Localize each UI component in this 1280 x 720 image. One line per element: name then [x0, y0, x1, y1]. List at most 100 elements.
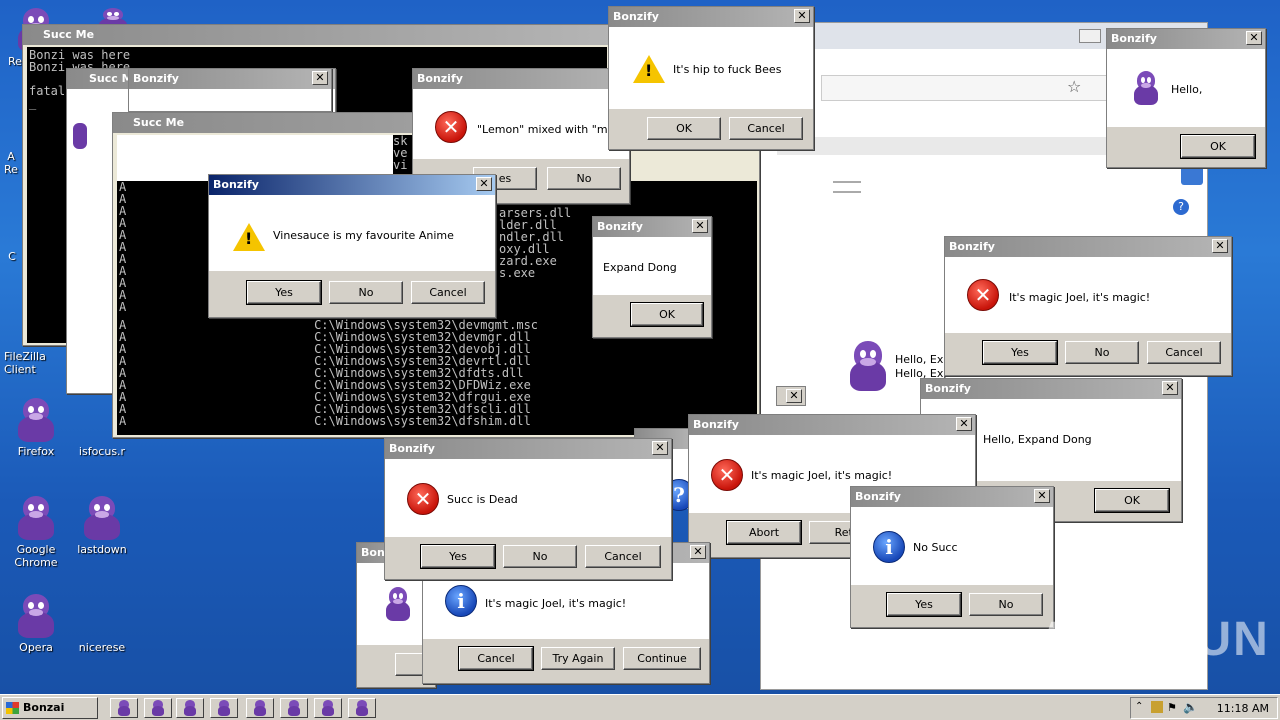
clock[interactable]: 11:18 AM — [1217, 702, 1269, 715]
cancel-button[interactable]: Cancel — [458, 646, 534, 671]
bookmark-star-icon[interactable]: ☆ — [1067, 77, 1081, 96]
cancel-button[interactable]: Cancel — [585, 545, 661, 568]
dialog-bees: Bonzify ✕ ! It's hip to fuck Bees OK Canc… — [608, 6, 814, 150]
bonzify-dialog-partial: Bonzify ✕ — [128, 68, 332, 112]
windows-flag-icon — [6, 702, 19, 714]
taskbar-button[interactable] — [176, 698, 204, 718]
desktop-icon-chrome[interactable]: Google Chrome — [0, 496, 72, 569]
bonzi-icon — [354, 700, 370, 716]
taskbar-button[interactable] — [280, 698, 308, 718]
window-title: Bonzify — [925, 382, 971, 395]
close-button[interactable]: ✕ — [692, 219, 708, 233]
window-title: Bonzify — [949, 240, 995, 253]
cancel-button[interactable]: Cancel — [411, 281, 485, 304]
taskbar-button[interactable] — [110, 698, 138, 718]
desktop-icon-c[interactable]: C — [2, 250, 22, 263]
taskbar-button[interactable] — [348, 698, 376, 718]
close-button[interactable]: ✕ — [1034, 489, 1050, 503]
yes-button[interactable]: Yes — [246, 280, 322, 305]
info-icon: i — [445, 585, 477, 617]
dialog-message: Vinesauce is my favourite Anime — [273, 229, 454, 242]
close-button[interactable]: ✕ — [690, 545, 706, 559]
desktop-icon-opera[interactable]: Opera — [0, 594, 72, 654]
cancel-button[interactable]: Cancel — [1147, 341, 1221, 364]
dialog-hello: Bonzify ✕ Hello, OK — [1106, 28, 1266, 168]
close-button[interactable]: ✕ — [312, 71, 328, 85]
firefox-icon — [14, 398, 58, 442]
no-button[interactable]: No — [547, 167, 621, 190]
close-button[interactable]: ✕ — [476, 177, 492, 191]
bonzi-icon — [286, 700, 302, 716]
window-title: Bonzify — [597, 220, 643, 233]
close-button[interactable]: ✕ — [652, 441, 668, 455]
hamburger-icon[interactable] — [833, 181, 861, 193]
dialog-message: Hello, Expand Dong — [983, 433, 1092, 446]
window-title: Bonzify — [613, 10, 659, 23]
start-button[interactable]: Bonzai Buhdy — [2, 697, 98, 719]
ok-button[interactable]: OK — [1094, 488, 1170, 513]
dialog-expand: Bonzify ✕ Expand Dong OK — [592, 216, 712, 338]
network-icon[interactable] — [1151, 701, 1163, 713]
dialog-message: Expand Dong — [603, 261, 677, 274]
taskbar-button[interactable] — [144, 698, 172, 718]
ok-button[interactable]: OK — [630, 302, 704, 327]
dialog-vinesauce: Bonzify ✕ ! Vinesauce is my favourite Ani… — [208, 174, 496, 318]
ok-button[interactable]: OK — [647, 117, 721, 140]
flag-icon[interactable]: ⚑ — [1167, 701, 1177, 714]
dialog-message: Succ is Dead — [447, 493, 518, 506]
bonzi-speech-line-1: Hello, Exp — [895, 353, 951, 366]
window-title: Bonzify — [133, 72, 179, 85]
close-button[interactable]: ✕ — [1246, 31, 1262, 45]
system-tray: ⌃ ⚑ 🔈 11:18 AM — [1130, 697, 1278, 719]
opera-icon — [14, 594, 58, 638]
no-button[interactable]: No — [503, 545, 577, 568]
dialog-message: It's magic Joel, it's magic! — [485, 597, 627, 610]
dialog-magic-1: Bonzify ✕ ✕ It's magic Joel, it's magic! … — [944, 236, 1232, 376]
bonzi-icon — [80, 496, 124, 540]
taskbar-button[interactable] — [210, 698, 238, 718]
window-title: Bonzify — [1111, 32, 1157, 45]
dialog-no-succ: Bonzify ✕ i No Succ Yes No — [850, 486, 1054, 628]
ok-button[interactable]: OK — [1180, 134, 1256, 159]
window-title: Bonzify — [389, 442, 435, 455]
error-icon: ✕ — [435, 111, 467, 143]
taskbar-button[interactable] — [314, 698, 342, 718]
no-button[interactable]: No — [1065, 341, 1139, 364]
dialog-message: Hello, — [1171, 83, 1203, 96]
taskbar-button[interactable] — [246, 698, 274, 718]
yes-button[interactable]: Yes — [982, 340, 1058, 365]
bonzi-arm-icon — [73, 123, 87, 149]
window-title: Bonzify — [855, 490, 901, 503]
chevron-up-icon[interactable]: ⌃ — [1135, 701, 1143, 712]
continue-button[interactable]: Continue — [623, 647, 701, 670]
start-label: Bonzai Buhdy — [23, 701, 65, 714]
yes-button[interactable]: Yes — [886, 592, 962, 617]
help-icon[interactable]: ? — [1173, 199, 1189, 215]
window-title: Bonzify — [693, 418, 739, 431]
close-button[interactable]: ✕ — [1162, 381, 1178, 395]
watermark: ANY RUN — [1038, 613, 1270, 666]
no-button[interactable]: No — [329, 281, 403, 304]
window-title: Bonzify — [213, 178, 259, 191]
try-again-button[interactable]: Try Again — [541, 647, 615, 670]
volume-icon[interactable]: 🔈 — [1183, 700, 1198, 714]
taskbar: Bonzai Buhdy ⌃ ⚑ 🔈 11:18 AM — [0, 694, 1280, 720]
bonzi-icon — [320, 700, 336, 716]
close-button[interactable]: ✕ — [1212, 239, 1228, 253]
no-button[interactable]: No — [969, 593, 1043, 616]
close-button[interactable]: ✕ — [794, 9, 810, 23]
dialog-message: "Lemon" mixed with "milk" — [477, 123, 626, 136]
desktop-icon-lastdown[interactable]: lastdown — [66, 496, 138, 556]
close-button[interactable]: ✕ — [956, 417, 972, 431]
desktop-icon-filezilla[interactable]: FileZilla Client — [0, 350, 72, 376]
yes-button[interactable]: Yes — [420, 544, 496, 569]
desktop-icon-firefox[interactable]: Firefox — [0, 398, 72, 458]
bonzi-icon — [116, 700, 132, 716]
cancel-button[interactable]: Cancel — [729, 117, 803, 140]
abort-button[interactable]: Abort — [726, 520, 802, 545]
close-button[interactable]: ✕ — [786, 389, 802, 403]
minimize-button[interactable] — [1079, 29, 1101, 43]
error-icon: ✕ — [967, 279, 999, 311]
warning-icon: ! — [233, 223, 265, 251]
desktop-icon-nicerese[interactable]: nicerese — [66, 594, 138, 654]
